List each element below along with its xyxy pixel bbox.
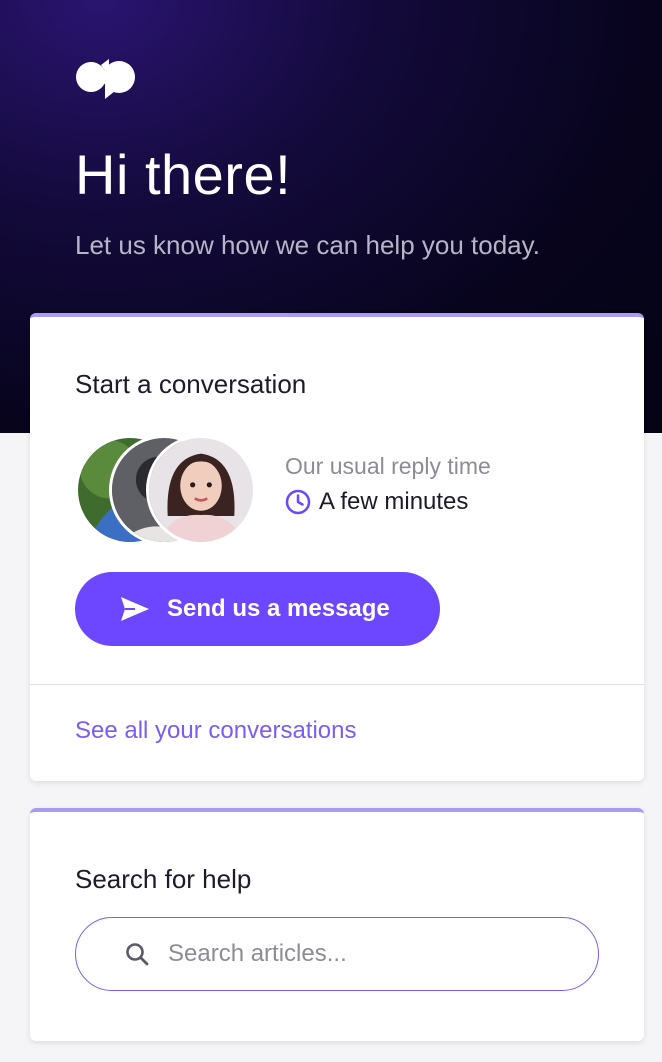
brand-logo-icon — [76, 59, 135, 99]
send-message-label: Send us a message — [167, 595, 390, 622]
clock-icon — [285, 489, 311, 515]
team-avatars — [75, 435, 260, 545]
card-divider — [30, 684, 644, 685]
start-conversation-card: Start a conversation Our usual reply tim… — [30, 313, 644, 781]
search-help-title: Search for help — [75, 864, 252, 894]
reply-time-info: Our usual reply time A few minutes — [285, 453, 491, 516]
see-all-conversations-link[interactable]: See all your conversations — [75, 717, 356, 745]
reply-time-label: Our usual reply time — [285, 453, 491, 479]
reply-time-value-row: A few minutes — [285, 488, 491, 516]
search-icon — [126, 943, 149, 966]
search-help-card: Search for help — [30, 808, 644, 1041]
hero-subtitle: Let us know how we can help you today. — [75, 230, 540, 260]
start-conversation-title: Start a conversation — [75, 369, 307, 399]
reply-time-value: A few minutes — [319, 488, 469, 515]
search-box[interactable] — [75, 917, 599, 991]
send-message-button[interactable]: Send us a message — [75, 572, 440, 646]
search-input[interactable] — [166, 939, 550, 969]
avatar — [146, 435, 256, 545]
hero-title: Hi there! — [75, 143, 292, 206]
paper-plane-icon — [121, 597, 149, 621]
